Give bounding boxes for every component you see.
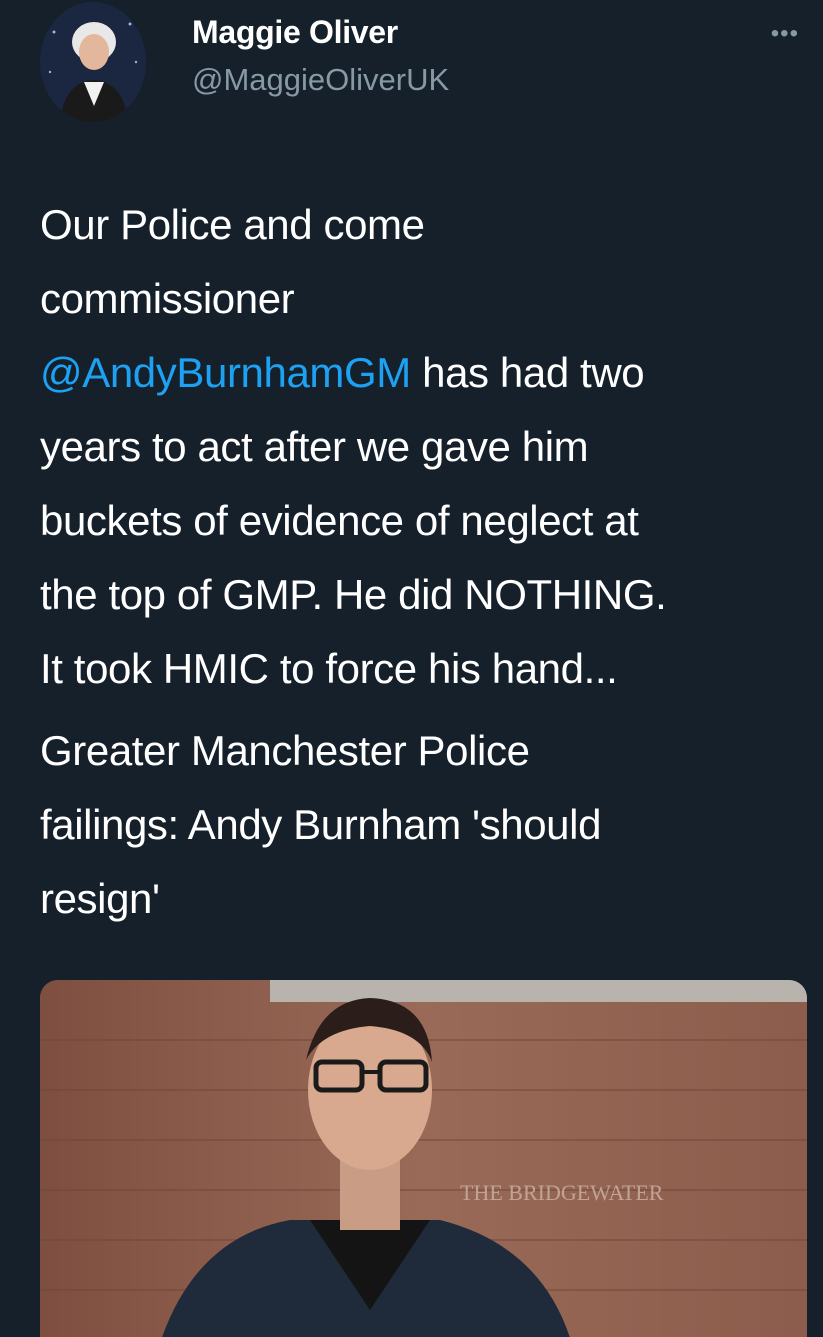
tweet: Maggie Oliver @MaggieOliverUK ••• Our Po…: [0, 0, 823, 1337]
more-dots-icon[interactable]: •••: [771, 20, 799, 48]
sign-text: THE BRIDGEWATER: [460, 1180, 664, 1205]
tweet-line: @AndyBurnhamGM has had two: [40, 336, 800, 410]
card-title-line: Greater Manchester Police: [40, 727, 530, 774]
mention-link[interactable]: @AndyBurnhamGM: [40, 349, 411, 396]
card-title-line: resign': [40, 875, 160, 922]
news-photo-icon: THE BRIDGEWATER: [40, 980, 807, 1337]
tweet-line: Our Police and come: [40, 201, 425, 248]
card-title-line: failings: Andy Burnham 'should: [40, 801, 602, 848]
tweet-line: years to act after we gave him: [40, 423, 589, 470]
tweet-text: Our Police and come commissioner @AndyBu…: [40, 188, 800, 706]
tweet-line: commissioner: [40, 275, 295, 322]
tweet-line-text: has had two: [422, 349, 645, 396]
author-handle[interactable]: @MaggieOliverUK: [192, 62, 449, 98]
avatar[interactable]: [40, 2, 146, 122]
profile-photo-icon: [40, 2, 146, 122]
tweet-line: It took HMIC to force his hand...: [40, 645, 618, 692]
tweet-line: buckets of evidence of neglect at: [40, 497, 639, 544]
author-display-name[interactable]: Maggie Oliver: [192, 14, 398, 51]
link-card-image[interactable]: THE BRIDGEWATER: [40, 980, 807, 1337]
tweet-line: the top of GMP. He did NOTHING.: [40, 571, 667, 618]
link-card-title[interactable]: Greater Manchester Police failings: Andy…: [40, 714, 800, 936]
